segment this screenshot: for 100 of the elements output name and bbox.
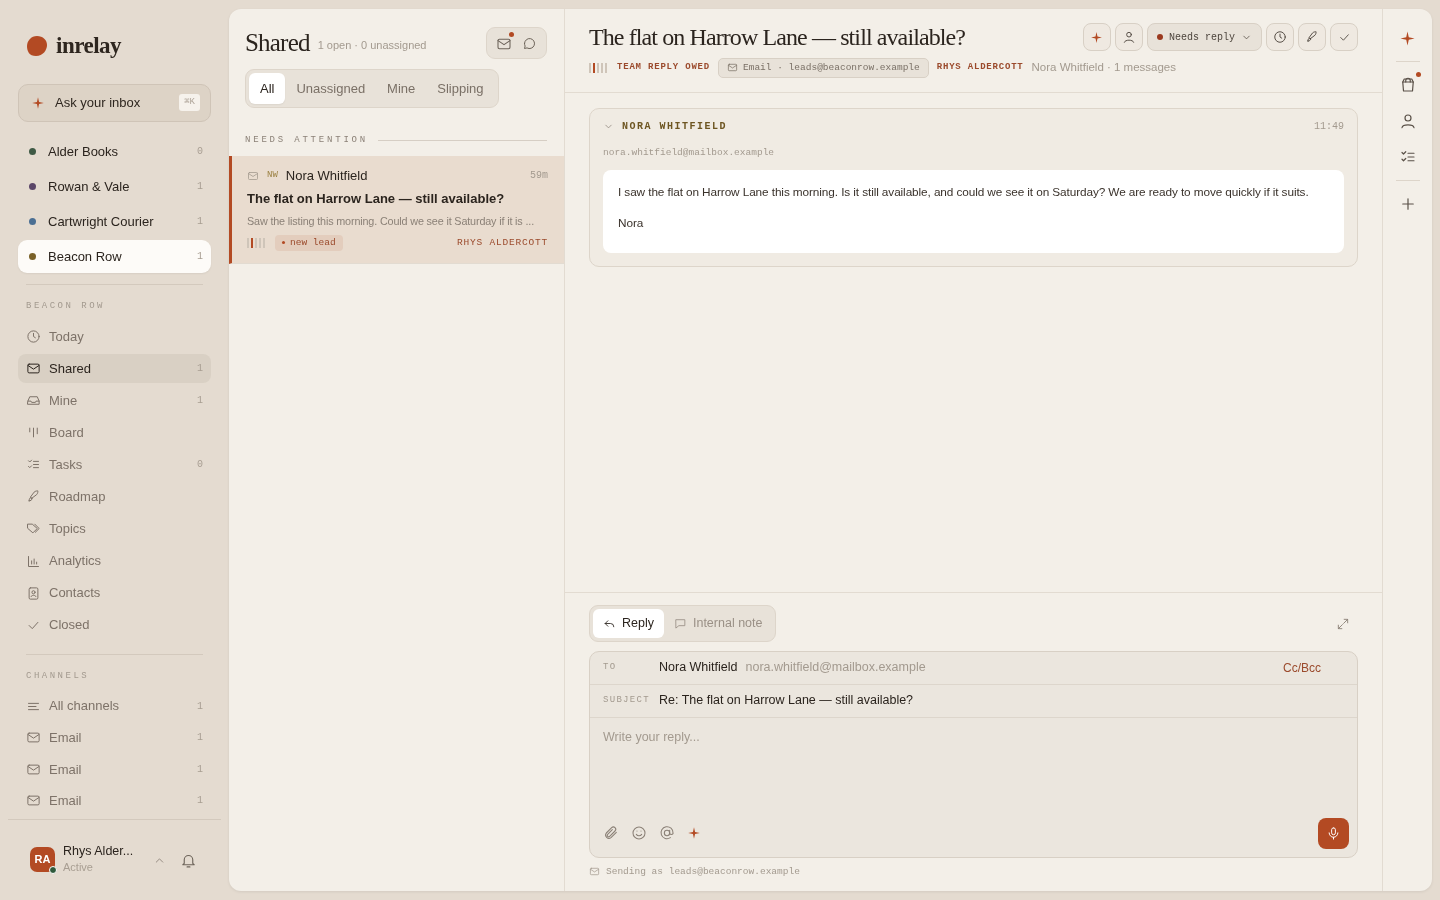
attach-button[interactable] xyxy=(603,825,619,842)
status-dropdown[interactable]: Needs reply xyxy=(1147,23,1262,52)
priority-bars-icon xyxy=(247,237,267,248)
clock-icon xyxy=(1273,30,1287,45)
filter-tab[interactable]: Unassigned xyxy=(285,72,377,104)
microphone-icon xyxy=(1326,825,1341,841)
nav-item[interactable]: Roadmap xyxy=(18,482,211,512)
channel-count: 1 xyxy=(197,762,203,777)
list-title: Shared xyxy=(245,30,310,56)
message-text: I saw the flat on Harrow Lane this morning. Is it still available, and could we see it on Saturday? We are ready to move quickly if it suits. xyxy=(618,184,1310,202)
filter-tab[interactable]: Mine xyxy=(376,72,427,104)
section-label: NEEDS ATTENTION xyxy=(245,134,368,147)
reply-field[interactable]: Write your reply... xyxy=(590,717,1357,818)
list-summary: 1 open · 0 unassigned xyxy=(317,37,427,53)
compose-box[interactable]: TO Nora Whitfield nora.whitfield@mailbox.example Cc/Bcc SUBJECT Re: The flat on Harrow Lane — still available? Write your reply... xyxy=(589,650,1358,858)
sparkle-icon xyxy=(1399,29,1416,47)
channel-count: 1 xyxy=(197,731,203,746)
user-name: Rhys Alder... xyxy=(63,843,134,859)
user-avatar[interactable]: RA xyxy=(30,846,55,872)
subject-field[interactable]: Re: The flat on Harrow Lane — still available? xyxy=(659,691,914,711)
ai-button[interactable] xyxy=(1083,23,1111,52)
workspace-item[interactable]: Beacon Row 1 xyxy=(18,239,211,273)
recipient-name: Nora Whitfield xyxy=(659,659,738,677)
nav-item[interactable]: Contacts xyxy=(18,578,211,608)
expand-icon xyxy=(1336,617,1350,632)
recipient-address: nora.whitfield@mailbox.example xyxy=(745,659,926,677)
person-icon xyxy=(1122,30,1136,45)
mail-icon xyxy=(26,761,41,777)
nav-item[interactable]: Topics xyxy=(18,514,211,544)
nav-item[interactable]: Board xyxy=(18,418,211,448)
sender-initials: NW xyxy=(267,168,278,182)
channel-item[interactable]: Email 1 xyxy=(18,723,211,752)
workspace-item[interactable]: Cartwright Courier 1 xyxy=(18,204,211,238)
channel-item[interactable]: All channels 1 xyxy=(18,692,211,720)
voice-button[interactable] xyxy=(1318,817,1349,849)
field-label: TO xyxy=(603,661,618,674)
thread-title: The flat on Harrow Lane — still available? xyxy=(589,23,966,52)
snooze-button[interactable] xyxy=(1266,23,1294,52)
assignee-label: RHYS ALDERCOTT xyxy=(457,235,548,250)
logo-text: inrelay xyxy=(56,32,122,60)
bar-chart-icon xyxy=(26,553,41,569)
mail-icon xyxy=(727,62,738,74)
mail-icon xyxy=(26,730,41,746)
channel-count: 1 xyxy=(197,699,203,714)
nav-item[interactable]: Mine 1 xyxy=(18,386,211,416)
sparkle-icon xyxy=(1090,30,1104,44)
workspace-count: 1 xyxy=(197,179,203,194)
nav-item[interactable]: Today xyxy=(18,322,211,351)
thread-meta: Nora Whitfield · 1 messages xyxy=(1031,60,1176,76)
channel-item[interactable]: Email 1 xyxy=(18,787,211,815)
board-icon xyxy=(26,425,41,441)
logo-icon xyxy=(26,35,48,58)
sender-address: nora.whitfield@mailbox.example xyxy=(603,146,776,161)
escalate-button[interactable] xyxy=(1298,23,1326,52)
workspace-item[interactable]: Rowan & Vale 1 xyxy=(18,169,211,203)
nav-count: 1 xyxy=(197,394,203,409)
conversation-subject: The flat on Harrow Lane — still available? xyxy=(247,190,506,208)
chat-icon xyxy=(522,36,537,52)
mail-icon xyxy=(589,866,600,878)
state-label: TEAM REPLY OWED xyxy=(617,61,710,75)
mail-icon xyxy=(247,170,259,183)
mention-icon xyxy=(659,825,675,842)
compose-mode-tab[interactable]: Internal note xyxy=(663,609,773,638)
workspace-count: 1 xyxy=(197,214,203,229)
conversation-item[interactable]: NW Nora Whitfield 59m The flat on Harrow Lane — still available? Saw the listing this morning. Could we see it Saturday if it is ... new lead RHYS ALDERCOTT xyxy=(229,155,564,264)
ask-inbox-button[interactable]: Ask your inbox ⌘K xyxy=(18,83,211,122)
section-label: CHANNELS xyxy=(25,669,91,683)
channel-count: 1 xyxy=(197,794,203,809)
field-label: SUBJECT xyxy=(603,694,651,707)
conversation-preview: Saw the listing this morning. Could we see it Saturday if it is ... xyxy=(247,213,535,229)
section-label: BEACON ROW xyxy=(25,299,106,313)
message-sender: NORA WHITFIELD xyxy=(622,120,727,135)
tag-label: new lead xyxy=(275,234,343,251)
channel-item[interactable]: Email 1 xyxy=(18,755,211,784)
time-label: 59m xyxy=(530,168,548,183)
filter-tab[interactable]: Slipping xyxy=(426,72,495,104)
nav-item[interactable]: Closed xyxy=(18,610,211,640)
shortcut-hint: ⌘K xyxy=(179,93,200,112)
nav-item[interactable]: Analytics xyxy=(18,546,211,576)
compose-mode-tab[interactable]: Reply xyxy=(593,609,664,638)
paperclip-icon xyxy=(603,825,619,842)
contact-card-icon xyxy=(26,585,41,601)
message-time: 11:49 xyxy=(1314,120,1344,135)
sending-as-text: Sending as leads@beaconrow.example xyxy=(606,864,800,879)
sender-name: Nora Whitfield xyxy=(285,166,368,185)
person-icon xyxy=(1398,112,1417,130)
assign-button[interactable] xyxy=(1115,23,1143,52)
priority-bars-icon xyxy=(589,62,609,73)
mail-icon xyxy=(26,793,41,809)
user-status: Active xyxy=(63,859,94,875)
channel-chip: Email · leads@beaconrow.example xyxy=(718,57,929,79)
cc-bcc-link[interactable]: Cc/Bcc xyxy=(1283,658,1321,677)
assignee-label: RHYS ALDERCOTT xyxy=(936,61,1024,75)
mail-icon xyxy=(26,361,41,377)
clock-icon xyxy=(26,329,41,345)
filter-tab[interactable]: All xyxy=(249,72,286,104)
message-text: Nora xyxy=(618,215,645,232)
emoji-icon xyxy=(631,825,647,842)
comment-icon xyxy=(673,616,687,630)
workspace-count: 1 xyxy=(197,249,203,264)
